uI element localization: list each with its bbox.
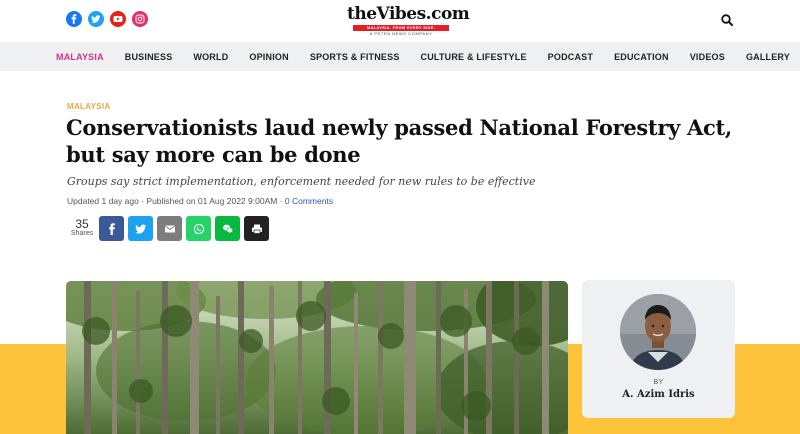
share-facebook-button[interactable] (99, 216, 124, 241)
updated-time: Updated 1 day ago (67, 196, 139, 206)
forest-image (66, 281, 568, 434)
author-avatar[interactable] (620, 294, 696, 370)
published-time: Published on 01 Aug 2022 9:00AM (146, 196, 278, 206)
nav-item-sports-fitness[interactable]: SPORTS & FITNESS (310, 52, 400, 62)
nav-item-world[interactable]: WORLD (193, 52, 228, 62)
article-featured-image[interactable] (66, 281, 568, 434)
site-header: theVibes.com MALAYSIA. FROM EVERY SIDE. … (0, 0, 800, 42)
social-links (66, 11, 148, 27)
nav-item-business[interactable]: BUSINESS (125, 52, 173, 62)
main-nav: MALAYSIA BUSINESS WORLD OPINION SPORTS &… (0, 42, 800, 71)
nav-item-podcast[interactable]: PODCAST (548, 52, 593, 62)
whatsapp-icon (193, 223, 204, 234)
logo-suffix: ibes.com (388, 4, 470, 24)
share-twitter-button[interactable] (128, 216, 153, 241)
nav-item-gallery[interactable]: GALLERY (746, 52, 790, 62)
search-icon[interactable] (720, 13, 734, 27)
author-card[interactable]: BY A. Azim Idris (582, 280, 735, 418)
nav-item-malaysia[interactable]: MALAYSIA (56, 52, 104, 62)
article-subhead: Groups say strict implementation, enforc… (67, 175, 536, 188)
email-icon (164, 225, 175, 232)
nav-item-education[interactable]: EDUCATION (614, 52, 669, 62)
logo-prefix: the (347, 4, 377, 24)
article-headline: Conservationists laud newly passed Natio… (66, 115, 732, 167)
article-meta: Updated 1 day ago · Published on 01 Aug … (67, 196, 334, 206)
print-icon (251, 224, 262, 234)
share-print-button[interactable] (244, 216, 269, 241)
share-wechat-button[interactable] (215, 216, 240, 241)
author-by-label: BY (653, 379, 664, 386)
nav-item-culture-lifestyle[interactable]: CULTURE & LIFESTYLE (421, 52, 527, 62)
author-photo (620, 294, 696, 370)
wechat-icon (222, 224, 233, 233)
share-bar: 35 Shares (67, 216, 269, 241)
facebook-icon[interactable] (66, 11, 82, 27)
share-count: 35 Shares (67, 216, 97, 239)
share-count-label: Shares (70, 229, 94, 237)
share-email-button[interactable] (157, 216, 182, 241)
article-section-label[interactable]: MALAYSIA (67, 102, 110, 111)
logo-subtitle: A PETRA NEWS COMPANY (369, 31, 433, 36)
instagram-icon[interactable] (132, 11, 148, 27)
twitter-icon (134, 224, 146, 234)
share-whatsapp-button[interactable] (186, 216, 211, 241)
nav-item-videos[interactable]: VIDEOS (690, 52, 725, 62)
facebook-icon (108, 222, 115, 235)
site-logo[interactable]: theVibes.com MALAYSIA. FROM EVERY SIDE. … (347, 4, 470, 36)
nav-item-opinion[interactable]: OPINION (249, 52, 288, 62)
twitter-icon[interactable] (88, 11, 104, 27)
author-name[interactable]: A. Azim Idris (582, 389, 735, 400)
share-count-number: 35 (75, 216, 89, 231)
youtube-icon[interactable] (110, 11, 126, 27)
comments-link[interactable]: 0 Comments (285, 196, 333, 206)
logo-v: V (376, 4, 390, 24)
